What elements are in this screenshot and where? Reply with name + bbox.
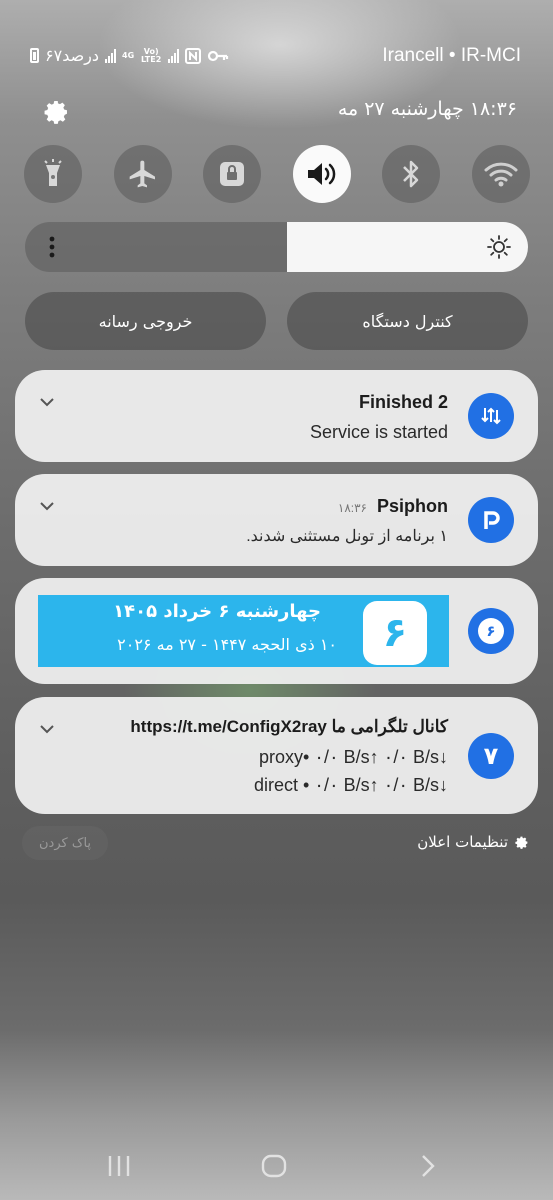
notification-header: ۱۸:۳۶ Psiphon xyxy=(338,496,448,517)
date-time: ۱۸:۳۶ چهارشنبه ۲۷ مه xyxy=(337,98,517,120)
notification-calendar[interactable]: ۶ چهارشنبه ۶ خرداد ۱۴۰۵ ۱۰ ذی الحجه ۱۴۴۷… xyxy=(15,578,538,684)
signal-icon xyxy=(105,48,117,63)
carrier-name: Irancell • IR-MCI xyxy=(382,45,521,66)
calendar-banner-icon: ۶ xyxy=(363,601,427,665)
hijri-gregorian-date: ۱۰ ذی الحجه ۱۴۴۷ - ۲۷ مه ۲۰۲۶ xyxy=(117,635,337,654)
network-type: 4G xyxy=(122,50,135,60)
sound-icon xyxy=(307,163,336,185)
notification-title: Finished 2 xyxy=(358,392,448,412)
notification-title: کانال تلگرامی ما https://t.me/ConfigX2ra… xyxy=(130,717,448,736)
app-icon-v2ray: ۷ xyxy=(468,733,514,779)
wifi-icon xyxy=(484,162,518,187)
calendar-banner: ۶ چهارشنبه ۶ خرداد ۱۴۰۵ ۱۰ ذی الحجه ۱۴۴۷… xyxy=(38,595,449,667)
notification-v2ray[interactable]: ۷ کانال تلگرامی ما https://t.me/ConfigX2… xyxy=(15,697,538,814)
status-bar: ۶۷درصد 4G Vo) LTE2 Irancell • IR-MCI xyxy=(0,40,553,74)
notification-body: Service is started xyxy=(309,422,448,442)
chevron-down-icon[interactable] xyxy=(39,501,55,511)
signal-icon-2 xyxy=(168,48,180,63)
back-icon[interactable] xyxy=(418,1153,438,1179)
transfer-arrows-icon xyxy=(481,407,501,425)
settings-gear-icon[interactable] xyxy=(42,98,70,126)
flashlight-toggle[interactable] xyxy=(24,145,82,203)
media-output-button[interactable]: خروجی رسانه xyxy=(25,292,266,350)
quick-toggles xyxy=(24,145,530,205)
airplane-toggle[interactable] xyxy=(113,145,172,203)
notification-time: ۱۸:۳۶ xyxy=(337,501,367,515)
direct-speed: direct • ۰/۰ B/s↑ ۰/۰ B/s↓ xyxy=(253,775,448,795)
brightness-sun-icon xyxy=(487,235,511,259)
notification-settings-link[interactable]: تنظیمات اعلان xyxy=(417,833,529,851)
navigation-bar xyxy=(0,1150,553,1184)
notification-psiphon[interactable]: ۱۸:۳۶ Psiphon ۱ برنامه از تونل مستثنی شد… xyxy=(15,474,538,566)
lock-rotation-icon xyxy=(220,162,245,186)
more-options-icon[interactable] xyxy=(49,236,55,258)
calendar-day-badge: ۶ xyxy=(478,618,504,644)
status-icons: ۶۷درصد 4G Vo) LTE2 xyxy=(30,46,229,65)
notification-settings-label: تنظیمات اعلان xyxy=(417,833,508,851)
psiphon-icon xyxy=(484,511,500,529)
battery-icon xyxy=(30,48,39,63)
airplane-icon xyxy=(129,160,155,188)
nfc-icon xyxy=(185,47,202,64)
sound-toggle[interactable] xyxy=(292,145,351,203)
notification-finished[interactable]: Finished 2 Service is started xyxy=(15,370,538,462)
app-icon-calendar: ۶ xyxy=(468,608,514,654)
chevron-down-icon[interactable] xyxy=(39,724,55,734)
proxy-speed: proxy• ۰/۰ B/s↑ ۰/۰ B/s↓ xyxy=(258,747,448,767)
bluetooth-toggle[interactable] xyxy=(382,145,441,203)
wifi-toggle[interactable] xyxy=(471,145,530,203)
clear-all-button[interactable]: پاک کردن xyxy=(22,826,108,860)
home-icon[interactable] xyxy=(260,1153,288,1179)
persian-date: چهارشنبه ۶ خرداد ۱۴۰۵ xyxy=(113,601,321,622)
device-control-button[interactable]: کنترل دستگاه xyxy=(287,292,528,350)
volte-indicator: Vo) LTE2 xyxy=(141,46,162,64)
app-icon-finished xyxy=(468,393,514,439)
notification-body: ۱ برنامه از تونل مستثنی شدند. xyxy=(246,528,448,545)
app-icon-psiphon xyxy=(468,497,514,543)
vpn-key-icon xyxy=(208,50,229,61)
brightness-slider[interactable] xyxy=(25,222,528,272)
settings-gear-small-icon xyxy=(515,836,528,849)
battery-percent: ۶۷درصد xyxy=(45,46,100,65)
flashlight-icon xyxy=(44,159,62,186)
chevron-down-icon[interactable] xyxy=(39,397,55,407)
bluetooth-icon xyxy=(403,160,419,188)
recent-apps-icon[interactable] xyxy=(106,1154,132,1178)
rotation-lock-toggle[interactable] xyxy=(203,145,262,203)
notification-title: Psiphon xyxy=(377,496,448,516)
